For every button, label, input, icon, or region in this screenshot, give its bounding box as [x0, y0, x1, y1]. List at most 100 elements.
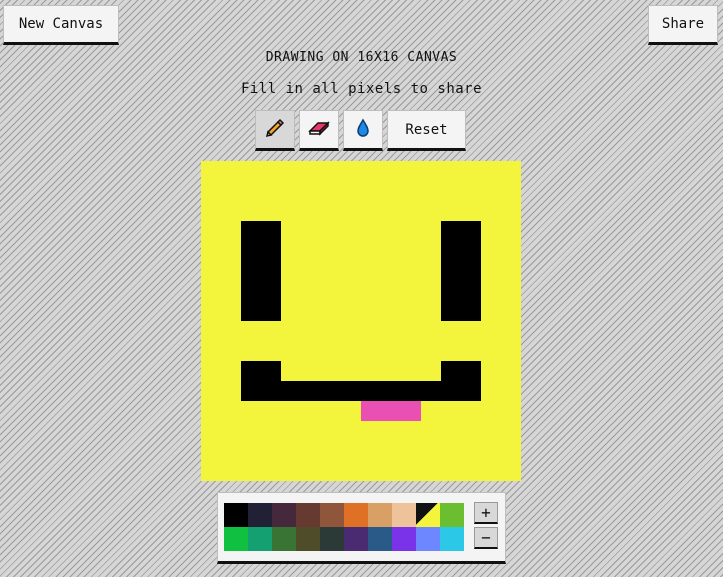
canvas-pixel[interactable]	[421, 201, 441, 221]
canvas-pixel[interactable]	[361, 461, 381, 481]
eraser-tool-button[interactable]	[299, 110, 339, 151]
canvas-pixel[interactable]	[281, 361, 301, 381]
canvas-pixel[interactable]	[501, 281, 521, 301]
canvas-pixel[interactable]	[421, 381, 441, 401]
canvas-pixel[interactable]	[321, 181, 341, 201]
canvas-pixel[interactable]	[201, 221, 221, 241]
canvas-pixel[interactable]	[501, 401, 521, 421]
canvas-pixel[interactable]	[221, 341, 241, 361]
canvas-pixel[interactable]	[321, 161, 341, 181]
canvas-pixel[interactable]	[241, 341, 261, 361]
canvas-pixel[interactable]	[481, 201, 501, 221]
canvas-pixel[interactable]	[421, 441, 441, 461]
canvas-pixel[interactable]	[241, 261, 261, 281]
canvas-pixel[interactable]	[261, 161, 281, 181]
canvas-pixel[interactable]	[381, 441, 401, 461]
color-swatch[interactable]	[440, 503, 464, 527]
canvas-pixel[interactable]	[381, 221, 401, 241]
canvas-pixel[interactable]	[221, 401, 241, 421]
canvas-pixel[interactable]	[401, 321, 421, 341]
canvas-pixel[interactable]	[481, 461, 501, 481]
canvas-pixel[interactable]	[221, 161, 241, 181]
canvas-pixel[interactable]	[441, 261, 461, 281]
canvas-pixel[interactable]	[201, 321, 221, 341]
canvas-pixel[interactable]	[221, 461, 241, 481]
canvas-pixel[interactable]	[441, 321, 461, 341]
canvas-pixel[interactable]	[281, 161, 301, 181]
canvas-pixel[interactable]	[421, 301, 441, 321]
canvas-pixel[interactable]	[401, 301, 421, 321]
canvas-pixel[interactable]	[321, 381, 341, 401]
canvas-pixel[interactable]	[241, 361, 261, 381]
color-swatch[interactable]	[392, 527, 416, 551]
canvas-pixel[interactable]	[221, 201, 241, 221]
canvas-pixel[interactable]	[301, 181, 321, 201]
canvas-pixel[interactable]	[381, 181, 401, 201]
canvas-pixel[interactable]	[421, 161, 441, 181]
canvas-pixel[interactable]	[361, 321, 381, 341]
canvas-pixel[interactable]	[481, 361, 501, 381]
canvas-pixel[interactable]	[321, 341, 341, 361]
color-swatch[interactable]	[296, 527, 320, 551]
canvas-pixel[interactable]	[201, 461, 221, 481]
canvas-pixel[interactable]	[441, 181, 461, 201]
canvas-pixel[interactable]	[481, 241, 501, 261]
canvas-pixel[interactable]	[201, 301, 221, 321]
canvas-pixel[interactable]	[481, 341, 501, 361]
color-swatch[interactable]	[320, 527, 344, 551]
canvas-pixel[interactable]	[461, 461, 481, 481]
canvas-pixel[interactable]	[221, 281, 241, 301]
canvas-pixel[interactable]	[301, 301, 321, 321]
color-swatch[interactable]	[416, 503, 440, 527]
canvas-pixel[interactable]	[221, 441, 241, 461]
canvas-pixel[interactable]	[481, 261, 501, 281]
canvas-pixel[interactable]	[441, 281, 461, 301]
canvas-pixel[interactable]	[321, 401, 341, 421]
canvas-pixel[interactable]	[241, 221, 261, 241]
color-swatch[interactable]	[392, 503, 416, 527]
canvas-pixel[interactable]	[501, 441, 521, 461]
color-swatch[interactable]	[296, 503, 320, 527]
canvas-pixel[interactable]	[381, 421, 401, 441]
canvas-pixel[interactable]	[341, 361, 361, 381]
canvas-pixel[interactable]	[321, 361, 341, 381]
canvas-pixel[interactable]	[301, 361, 321, 381]
color-swatch[interactable]	[272, 527, 296, 551]
canvas-pixel[interactable]	[281, 261, 301, 281]
canvas-pixel[interactable]	[461, 361, 481, 381]
canvas-pixel[interactable]	[281, 381, 301, 401]
canvas-pixel[interactable]	[301, 221, 321, 241]
canvas-pixel[interactable]	[261, 381, 281, 401]
canvas-pixel[interactable]	[201, 281, 221, 301]
canvas-pixel[interactable]	[381, 201, 401, 221]
canvas-pixel[interactable]	[301, 461, 321, 481]
color-swatch[interactable]	[224, 527, 248, 551]
canvas-pixel[interactable]	[201, 341, 221, 361]
canvas-pixel[interactable]	[401, 201, 421, 221]
pencil-tool-button[interactable]	[255, 110, 295, 151]
canvas-pixel[interactable]	[341, 261, 361, 281]
canvas-pixel[interactable]	[321, 201, 341, 221]
canvas-pixel[interactable]	[381, 321, 401, 341]
canvas-pixel[interactable]	[401, 161, 421, 181]
color-swatch[interactable]	[248, 503, 272, 527]
canvas-pixel[interactable]	[381, 461, 401, 481]
canvas-pixel[interactable]	[501, 381, 521, 401]
canvas-pixel[interactable]	[461, 381, 481, 401]
canvas-pixel[interactable]	[481, 301, 501, 321]
canvas-pixel[interactable]	[281, 241, 301, 261]
canvas-pixel[interactable]	[201, 441, 221, 461]
canvas-pixel[interactable]	[221, 381, 241, 401]
canvas-pixel[interactable]	[401, 281, 421, 301]
canvas-pixel[interactable]	[341, 321, 361, 341]
canvas-pixel[interactable]	[281, 201, 301, 221]
canvas-pixel[interactable]	[341, 281, 361, 301]
color-swatch[interactable]	[344, 503, 368, 527]
canvas-pixel[interactable]	[261, 241, 281, 261]
canvas-pixel[interactable]	[501, 361, 521, 381]
canvas-pixel[interactable]	[201, 241, 221, 261]
canvas-pixel[interactable]	[301, 261, 321, 281]
canvas-pixel[interactable]	[501, 301, 521, 321]
canvas-pixel[interactable]	[281, 441, 301, 461]
canvas-pixel[interactable]	[221, 321, 241, 341]
